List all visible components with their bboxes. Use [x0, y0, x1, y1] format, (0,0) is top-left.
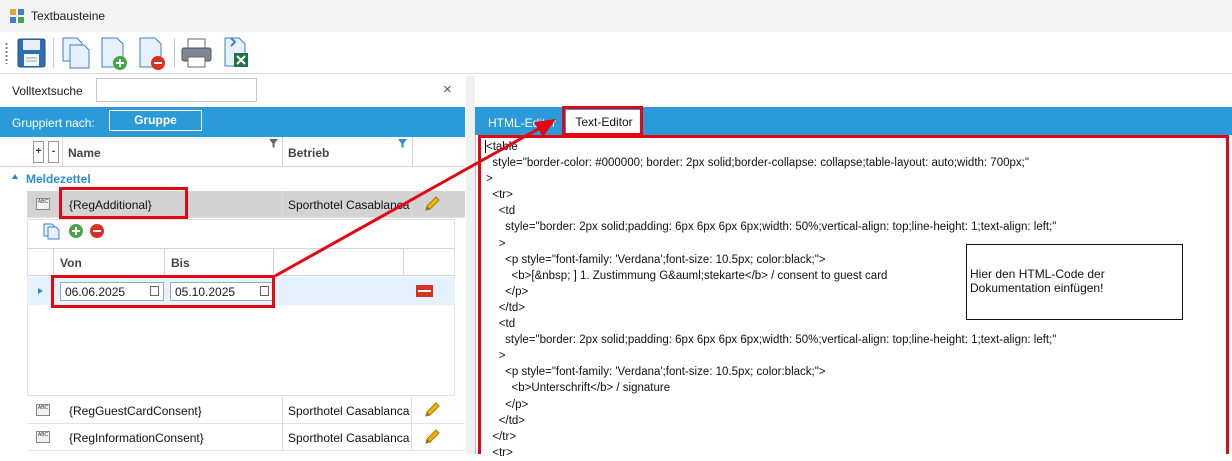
excel-export-icon[interactable]	[218, 35, 252, 71]
edit-pencil-icon[interactable]	[423, 428, 441, 446]
column-header-name[interactable]: Name	[63, 137, 283, 167]
row-name: {RegGuestCardConsent}	[69, 404, 202, 418]
group-by-label: Gruppiert nach:	[12, 116, 95, 130]
text-type-icon: ABC	[36, 431, 50, 443]
table-row[interactable]: ABC {RegInformationConsent} Sporthotel C…	[27, 424, 465, 451]
copy-icon[interactable]	[59, 35, 93, 71]
column-divider	[411, 424, 412, 451]
collapse-all-button[interactable]: -	[48, 141, 59, 163]
row-betrieb: Sporthotel Casablanca'	[288, 404, 410, 418]
remove-icon[interactable]	[89, 223, 105, 239]
save-icon[interactable]	[14, 35, 48, 71]
toolbar-separator	[53, 38, 54, 68]
pane-splitter[interactable]	[466, 76, 475, 454]
column-divider	[282, 424, 283, 451]
toolbar	[0, 32, 1232, 74]
detail-indicator-header	[27, 249, 54, 276]
filter-icon[interactable]	[398, 139, 407, 148]
group-title: Meldezettel	[26, 172, 91, 186]
annotation-highlight-dates	[51, 275, 275, 308]
detail-empty-header	[274, 249, 404, 276]
toolbar-separator	[174, 38, 175, 68]
toolbar-grip[interactable]	[5, 42, 8, 64]
row-indicator-icon	[38, 288, 43, 294]
annotation-highlight-editor	[478, 135, 1229, 454]
detail-toolbar	[27, 220, 455, 242]
text-type-icon: ABC	[36, 198, 50, 210]
expand-all-button[interactable]: +	[33, 141, 44, 163]
delete-row-icon[interactable]	[416, 285, 433, 297]
edit-pencil-icon[interactable]	[423, 401, 441, 419]
column-divider	[411, 397, 412, 424]
clear-search-icon[interactable]: ×	[443, 81, 452, 98]
table-row[interactable]: ABC {RegGuestCardConsent} Sporthotel Cas…	[27, 397, 465, 424]
delete-document-icon[interactable]	[134, 35, 168, 71]
tab-html-editor[interactable]: HTML-Editor	[488, 116, 556, 130]
column-divider	[282, 191, 283, 218]
column-header-von[interactable]: Von	[54, 249, 165, 276]
annotation-highlight-name	[59, 187, 188, 219]
window-title: Textbausteine	[31, 9, 106, 23]
column-header-betrieb[interactable]: Betrieb	[283, 137, 413, 167]
row-betrieb: Sporthotel Casablanca	[288, 198, 410, 212]
print-icon[interactable]	[179, 35, 213, 71]
app-icon	[10, 9, 24, 23]
detail-grid-header: Von Bis	[27, 248, 455, 276]
row-name: {RegInformationConsent}	[69, 431, 204, 445]
new-document-icon[interactable]	[96, 35, 130, 71]
column-header-betrieb-label: Betrieb	[288, 146, 330, 160]
search-input[interactable]	[96, 78, 257, 102]
title-bar: Textbausteine	[0, 0, 1232, 32]
text-type-icon: ABC	[36, 404, 50, 416]
group-collapse-icon[interactable]	[12, 174, 18, 179]
column-header-name-label: Name	[68, 146, 101, 160]
filter-icon[interactable]	[269, 139, 278, 148]
expand-collapse-header: + -	[27, 137, 63, 167]
add-icon[interactable]	[68, 223, 84, 239]
column-divider	[411, 191, 412, 218]
column-divider	[282, 397, 283, 424]
row-betrieb: Sporthotel Casablanca'	[288, 431, 410, 445]
group-by-chip[interactable]: Gruppe	[109, 110, 202, 131]
column-header-bis[interactable]: Bis	[165, 249, 274, 276]
search-label: Volltextsuche	[12, 84, 83, 98]
edit-pencil-icon[interactable]	[423, 195, 441, 213]
annotation-highlight-tab	[562, 106, 643, 136]
copy-icon[interactable]	[43, 223, 60, 240]
grid-header: + - Name Betrieb	[0, 137, 465, 167]
